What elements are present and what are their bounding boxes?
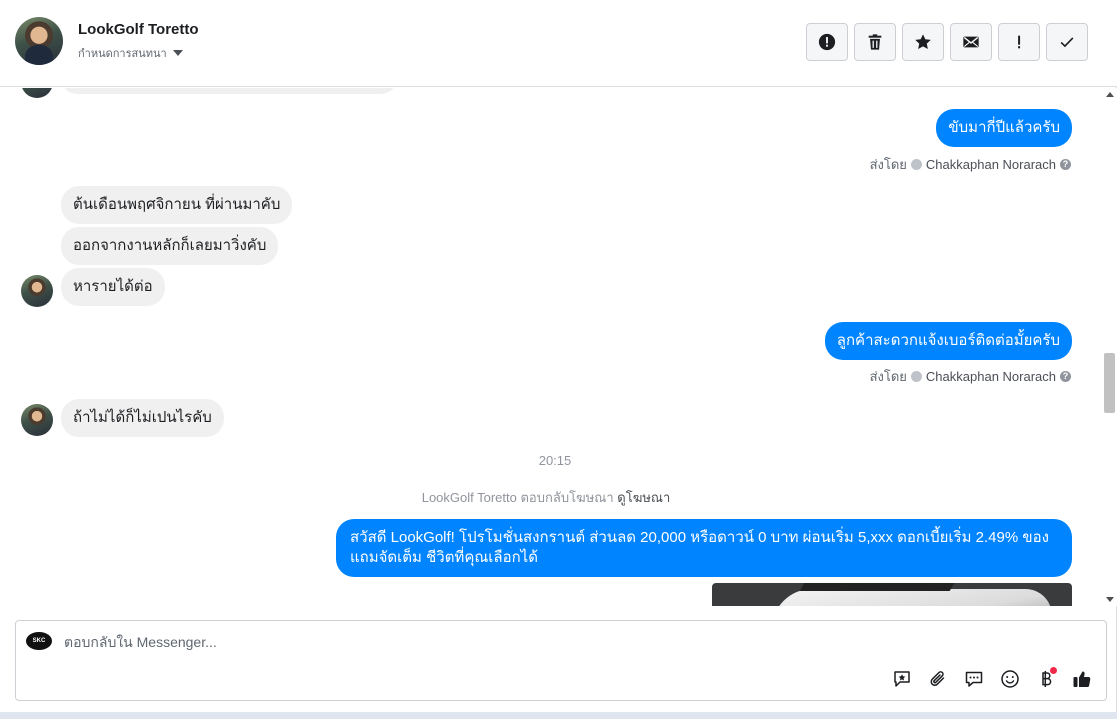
sent-by-info: ส่งโดย Chakkaphan Norarach ? <box>870 366 1071 387</box>
scroll-down-arrow-icon[interactable] <box>1106 597 1114 602</box>
contact-avatar-small[interactable] <box>21 275 53 307</box>
exclamation-icon <box>1018 35 1021 49</box>
mark-done-button[interactable] <box>1046 23 1088 61</box>
window-bottom-edge <box>0 712 1117 719</box>
attach-file-button[interactable] <box>926 667 950 691</box>
trash-icon <box>868 34 882 50</box>
send-like-button[interactable] <box>1070 667 1094 691</box>
help-icon[interactable]: ? <box>1060 159 1071 170</box>
emoji-button[interactable] <box>998 667 1022 691</box>
mark-unread-button[interactable] <box>950 23 992 61</box>
message-bubble-incoming-partial[interactable] <box>61 88 397 94</box>
contact-avatar-small <box>21 88 53 98</box>
inbox-conversation-panel: LookGolf Toretto กำหนดการสนทนา ขับมากี่ป… <box>0 0 1117 712</box>
alert-circle-icon <box>818 33 836 51</box>
help-icon[interactable]: ? <box>1060 371 1071 382</box>
sent-by-prefix: ส่งโดย <box>869 157 907 172</box>
sent-by-agent[interactable]: Chakkaphan Norarach <box>926 369 1056 384</box>
schedule-conversation-dropdown[interactable]: กำหนดการสนทนา <box>78 44 183 62</box>
message-thread[interactable]: ขับมากี่ปีแล้วครับ ส่งโดย Chakkaphan Nor… <box>0 88 1102 606</box>
reply-composer: SKC <box>15 620 1107 701</box>
page-logo: SKC <box>26 632 52 650</box>
mark-spam-button[interactable] <box>806 23 848 61</box>
envelope-icon <box>963 36 979 48</box>
check-icon <box>1060 37 1074 48</box>
ad-car-image[interactable] <box>712 583 1072 606</box>
saved-reply-icon <box>894 671 910 687</box>
message-bubble-incoming[interactable]: ต้นเดือนพฤศจิกายน ที่ผ่านมาคับ <box>61 186 293 224</box>
saved-reply-button[interactable] <box>890 667 914 691</box>
caret-down-icon <box>172 50 183 56</box>
message-bubble-incoming[interactable]: ถ้าไม่ได้ก็ไม่เปนไรคับ <box>61 399 224 437</box>
message-bubble-outgoing-ad[interactable]: สวัสดี LookGolf! โปรโมชั่นสงกรานต์ ส่วนล… <box>336 519 1072 577</box>
ad-reply-notice: LookGolf Toretto ตอบกลับโฆษณา ดูโฆษณา <box>0 487 1092 508</box>
conversation-header: LookGolf Toretto กำหนดการสนทนา <box>0 0 1117 87</box>
sent-by-prefix: ส่งโดย <box>869 369 907 384</box>
attachment-icon <box>930 671 945 686</box>
contact-avatar[interactable] <box>15 17 63 65</box>
message-bubble-outgoing[interactable]: ขับมากี่ปีแล้วครับ <box>936 109 1072 147</box>
contact-avatar-small[interactable] <box>21 404 53 436</box>
message-bubble-incoming[interactable]: ออกจากงานหลักก็เลยมาวิ่งคับ <box>61 227 279 265</box>
thread-scrollbar[interactable] <box>1102 88 1117 606</box>
notification-dot <box>1050 667 1057 674</box>
page-admin-icon <box>910 159 922 170</box>
sent-by-agent[interactable]: Chakkaphan Norarach <box>926 157 1056 172</box>
delete-button[interactable] <box>854 23 896 61</box>
chat-bubbles-icon <box>965 671 983 687</box>
contact-name[interactable]: LookGolf Toretto <box>78 21 199 38</box>
message-timestamp: 20:15 <box>538 453 572 468</box>
schedule-label: กำหนดการสนทนา <box>78 48 167 60</box>
messenger-reply-input[interactable] <box>64 631 884 653</box>
thumbs-up-icon <box>1073 671 1091 687</box>
scroll-thumb[interactable] <box>1104 353 1115 413</box>
sent-by-info: ส่งโดย Chakkaphan Norarach ? <box>870 154 1071 175</box>
page-admin-icon <box>910 371 922 382</box>
messenger-features-button[interactable] <box>962 667 986 691</box>
scroll-up-arrow-icon[interactable] <box>1106 92 1114 97</box>
view-ad-link[interactable]: ดูโฆษณา <box>617 490 670 505</box>
star-button[interactable] <box>902 23 944 61</box>
emoji-icon <box>1001 670 1019 688</box>
conversation-actions <box>806 23 1088 61</box>
ad-reply-text: LookGolf Toretto ตอบกลับโฆษณา <box>421 490 614 505</box>
composer-tools <box>890 667 1094 691</box>
payment-button[interactable] <box>1034 667 1058 691</box>
message-bubble-incoming[interactable]: หารายได้ต่อ <box>61 268 165 306</box>
follow-up-button[interactable] <box>998 23 1040 61</box>
star-icon <box>915 34 931 50</box>
message-bubble-outgoing[interactable]: ลูกค้าสะดวกแจ้งเบอร์ติดต่อมั้ยครับ <box>824 322 1072 360</box>
